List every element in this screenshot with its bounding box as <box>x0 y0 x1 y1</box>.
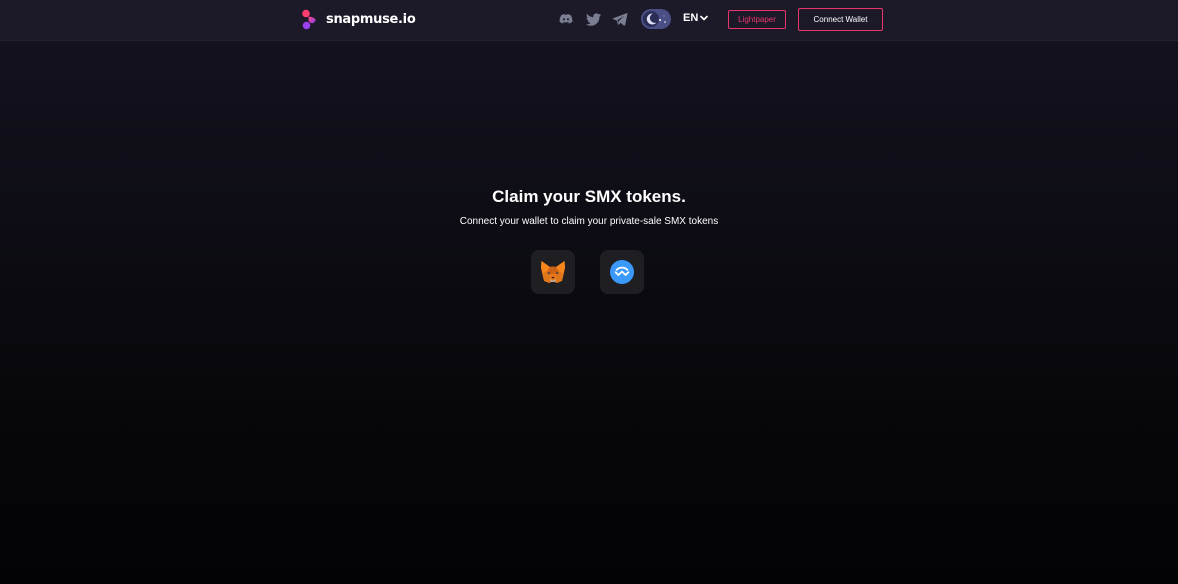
walletconnect-wallet-button[interactable] <box>600 250 644 294</box>
page-subtitle: Connect your wallet to claim your privat… <box>459 216 719 227</box>
brand-name: snapmuse.io <box>326 12 416 27</box>
theme-toggle[interactable] <box>641 9 671 29</box>
lightpaper-button[interactable]: Lightpaper <box>728 10 786 29</box>
metamask-wallet-button[interactable] <box>531 250 575 294</box>
snapmuse-logo-icon <box>302 9 316 30</box>
telegram-icon[interactable] <box>612 11 628 27</box>
stars-icon <box>659 15 666 23</box>
twitter-icon[interactable] <box>586 11 602 27</box>
metamask-icon <box>541 261 565 283</box>
language-label: EN <box>683 12 699 24</box>
brand-logo[interactable]: snapmuse.io <box>301 9 416 30</box>
chevron-down-icon <box>700 15 709 21</box>
language-selector[interactable]: EN <box>683 12 709 24</box>
moon-icon <box>646 13 657 25</box>
page-title: Claim your SMX tokens. <box>492 187 686 206</box>
connect-wallet-button[interactable]: Connect Wallet <box>798 8 883 31</box>
walletconnect-icon <box>610 260 634 284</box>
discord-icon[interactable] <box>558 11 574 27</box>
top-navbar: snapmuse.io EN Lightpaper Connect Wallet <box>0 0 1178 41</box>
